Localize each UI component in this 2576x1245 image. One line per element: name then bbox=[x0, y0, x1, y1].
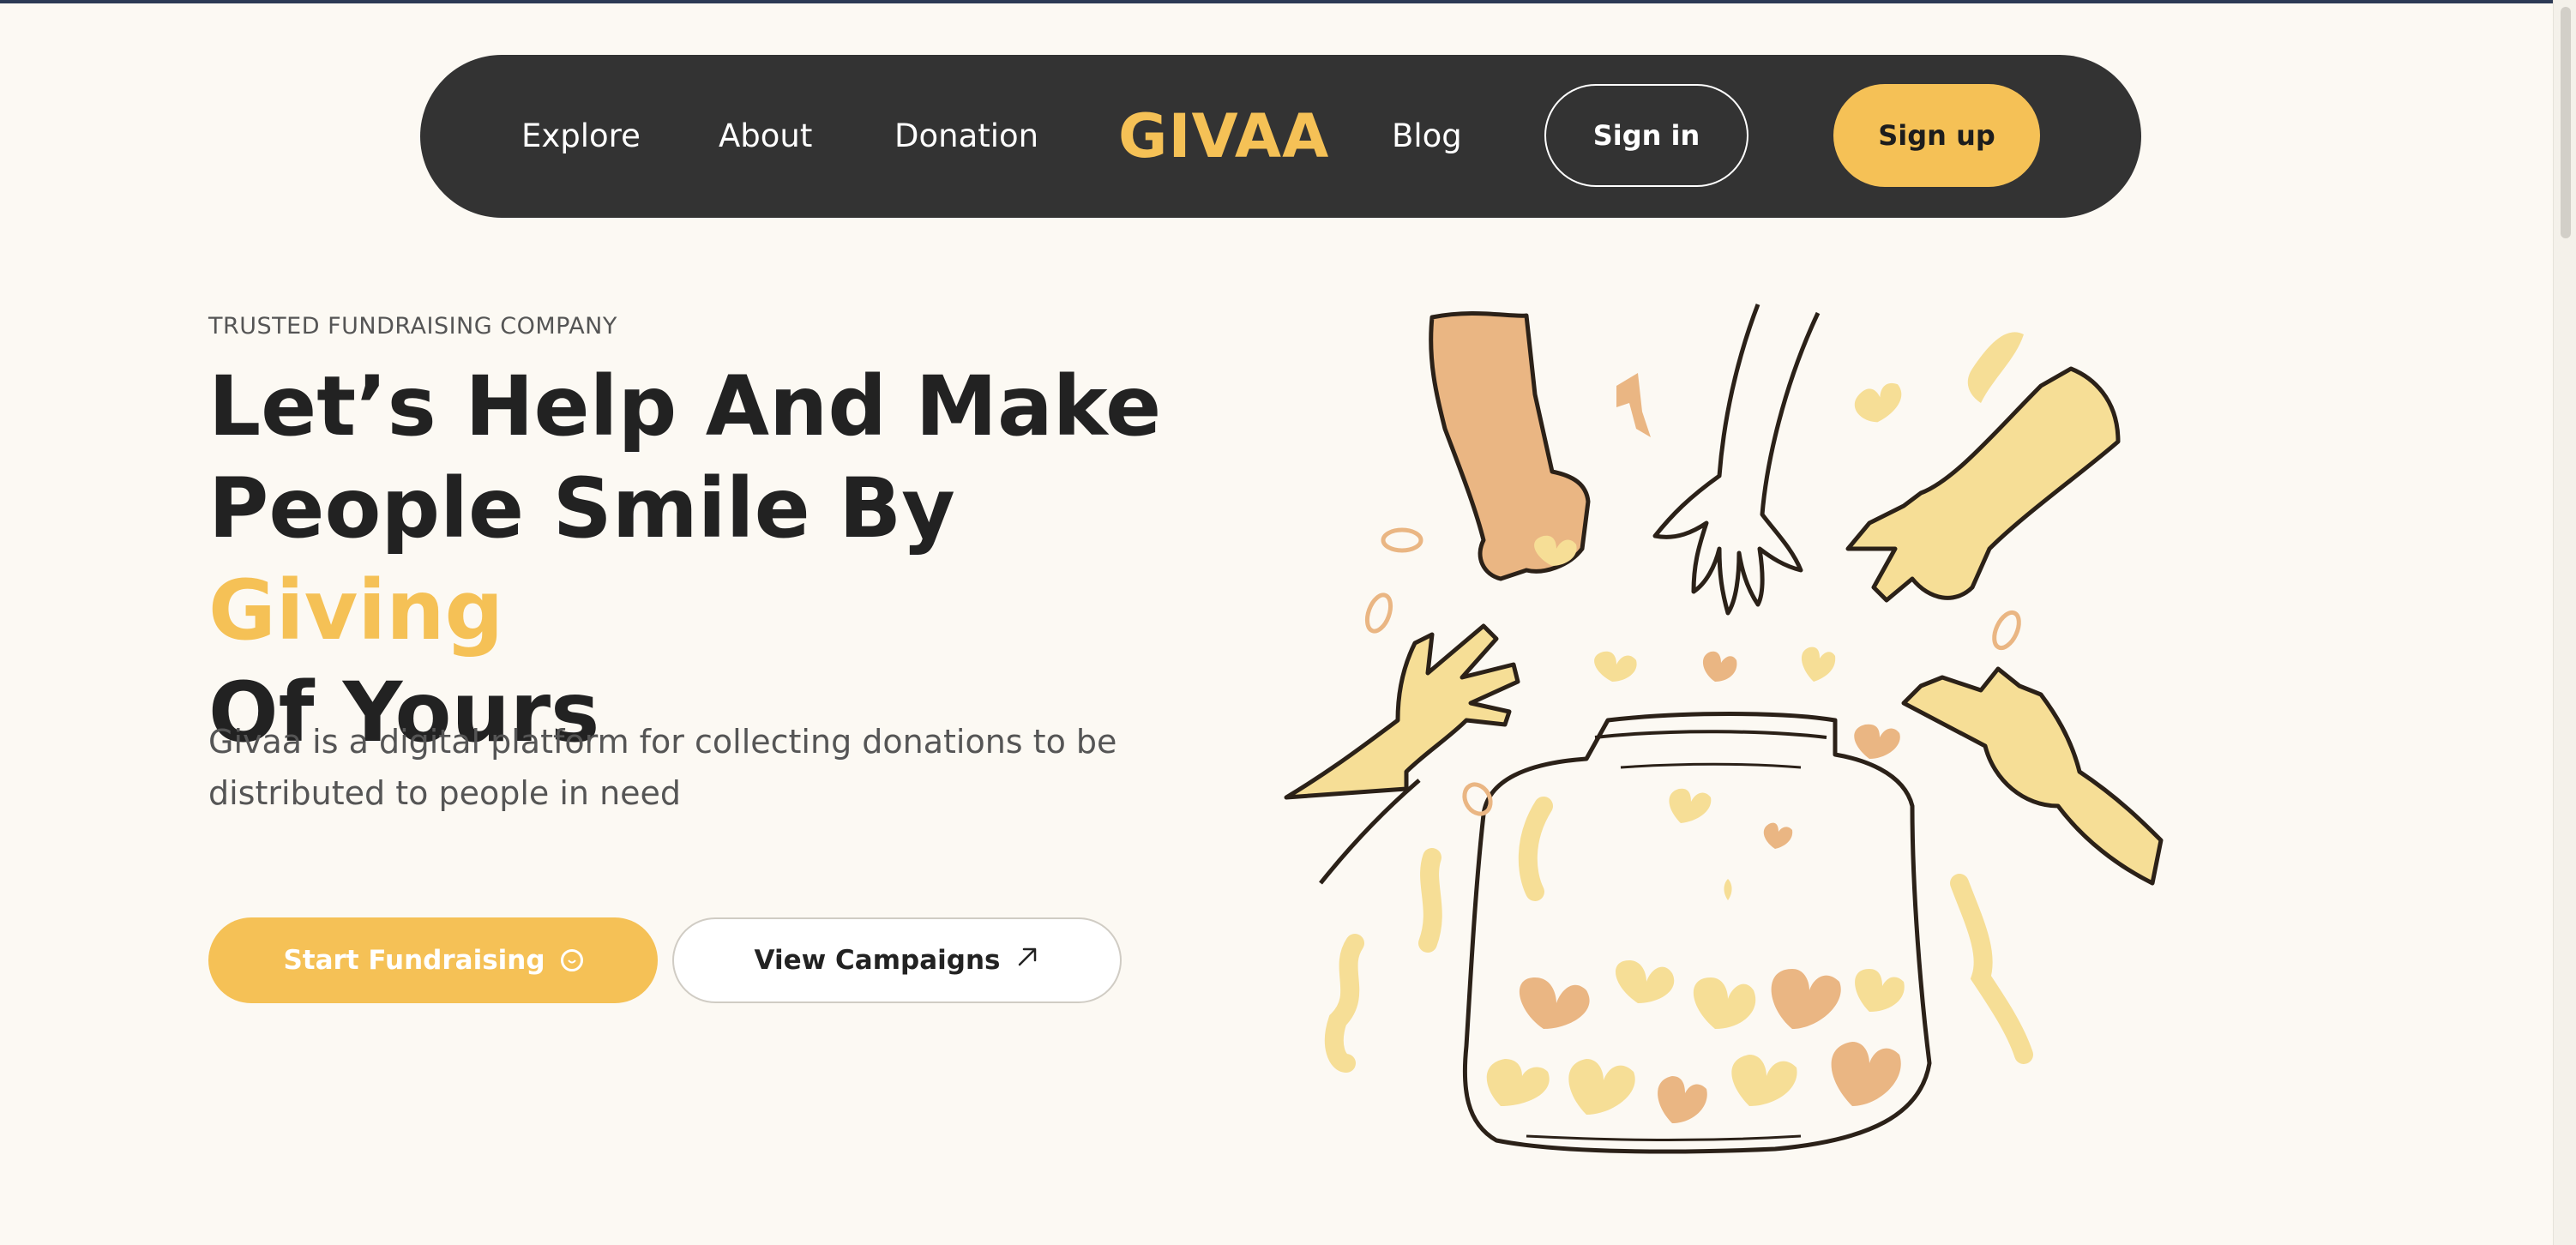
view-campaigns-label: View Campaigns bbox=[754, 945, 1001, 976]
hand-top-middle bbox=[1652, 304, 1821, 616]
sign-up-button[interactable]: Sign up bbox=[1833, 84, 2040, 187]
start-fundraising-button[interactable]: Start Fundraising bbox=[208, 917, 658, 1003]
main-navbar: Explore About Donation GIVAA Blog Sign i… bbox=[420, 55, 2141, 218]
nav-link-donation[interactable]: Donation bbox=[894, 55, 1038, 218]
hero-headline: Let’s Help And Make People Smile By Givi… bbox=[208, 356, 1237, 764]
window-top-border bbox=[0, 0, 2576, 3]
headline-line-2: People Smile By bbox=[208, 460, 955, 556]
nav-link-explore[interactable]: Explore bbox=[521, 55, 641, 218]
donation-jar bbox=[1462, 712, 1932, 1154]
sign-in-button[interactable]: Sign in bbox=[1544, 84, 1748, 187]
view-campaigns-button[interactable]: View Campaigns bbox=[672, 917, 1122, 1003]
hero-eyebrow: TRUSTED FUNDRAISING COMPANY bbox=[208, 313, 617, 340]
nav-link-about[interactable]: About bbox=[719, 55, 812, 218]
hero-description: Givaa is a digital platform for collecti… bbox=[208, 723, 1117, 812]
start-fundraising-label: Start Fundraising bbox=[283, 945, 545, 976]
donation-jar-illustration bbox=[1284, 304, 2164, 1154]
scrollbar-track[interactable] bbox=[2553, 0, 2576, 1245]
scrollbar-thumb[interactable] bbox=[2561, 7, 2571, 238]
hand-top-left bbox=[1429, 310, 1591, 581]
arrow-up-right-icon bbox=[1015, 945, 1039, 976]
headline-line-1: Let’s Help And Make bbox=[208, 358, 1162, 454]
nav-link-blog[interactable]: Blog bbox=[1392, 55, 1462, 218]
brand-logo[interactable]: GIVAA bbox=[1118, 55, 1329, 218]
hand-right-lower bbox=[1901, 666, 2164, 886]
smile-icon bbox=[560, 949, 583, 971]
headline-accent-word: Giving bbox=[208, 562, 504, 659]
